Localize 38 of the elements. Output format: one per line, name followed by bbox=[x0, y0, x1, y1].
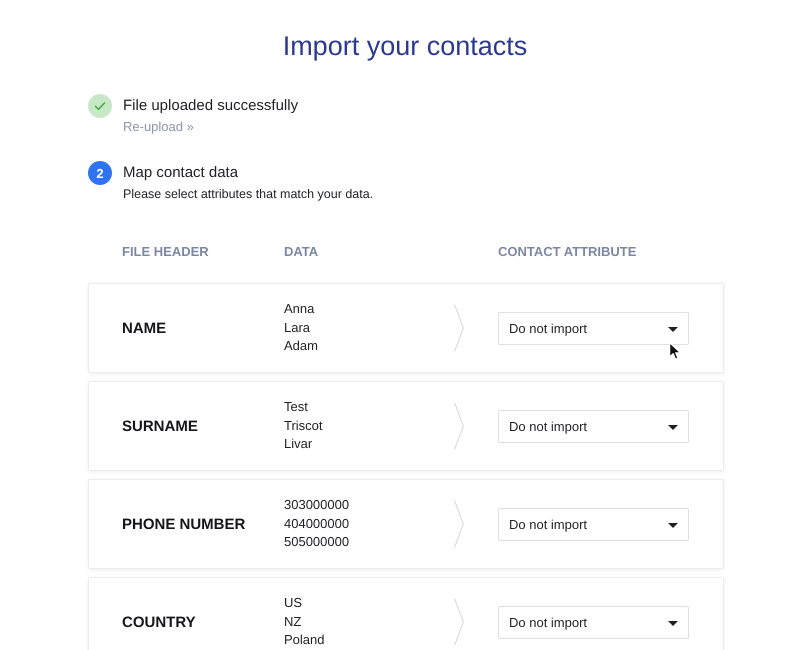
data-value: 404000000 bbox=[284, 514, 350, 533]
file-header-label: NAME bbox=[122, 320, 168, 336]
chevron-icon bbox=[454, 598, 464, 646]
data-value: Triscot bbox=[284, 416, 324, 435]
attribute-dropdown[interactable]: Do not import bbox=[498, 606, 689, 638]
page-title: Import your contacts bbox=[282, 30, 528, 63]
column-header: FILE HEADER bbox=[122, 243, 210, 261]
file-header-label: PHONE NUMBER bbox=[122, 516, 246, 532]
file-header-label: SURNAME bbox=[122, 418, 199, 434]
step-title: Map contact data bbox=[123, 163, 240, 183]
data-value: US bbox=[284, 594, 304, 612]
caret-icon bbox=[668, 620, 678, 626]
data-value: Adam bbox=[284, 337, 319, 356]
data-value: Test bbox=[284, 398, 309, 416]
data-value: NZ bbox=[284, 612, 302, 631]
check-icon bbox=[88, 94, 112, 118]
file-header-label: COUNTRY bbox=[122, 614, 197, 630]
caret-icon bbox=[668, 424, 678, 430]
chevron-icon bbox=[454, 500, 464, 548]
data-value: 303000000 bbox=[284, 496, 350, 514]
step-title: File uploaded successfully bbox=[123, 96, 298, 116]
column-header: DATA bbox=[284, 243, 320, 261]
column-header: CONTACT ATTRIBUTE bbox=[498, 243, 638, 261]
data-value: Lara bbox=[284, 318, 312, 337]
data-value: Anna bbox=[284, 300, 316, 318]
attribute-dropdown[interactable]: Do not import bbox=[498, 410, 689, 442]
attribute-dropdown[interactable]: Do not import bbox=[498, 312, 689, 344]
data-value: 505000000 bbox=[284, 533, 350, 552]
caret-icon bbox=[668, 522, 678, 528]
chevron-icon bbox=[454, 402, 464, 450]
chevron-icon bbox=[454, 304, 464, 352]
attribute-dropdown[interactable]: Do not import bbox=[498, 508, 689, 540]
mouse-pointer-icon bbox=[669, 342, 681, 360]
step-description: Please select attributes that match your data. bbox=[123, 186, 374, 203]
caret-icon bbox=[668, 326, 678, 332]
data-value: Poland bbox=[284, 631, 326, 650]
data-value: Livar bbox=[284, 435, 314, 454]
step-number: 2 bbox=[88, 161, 112, 185]
